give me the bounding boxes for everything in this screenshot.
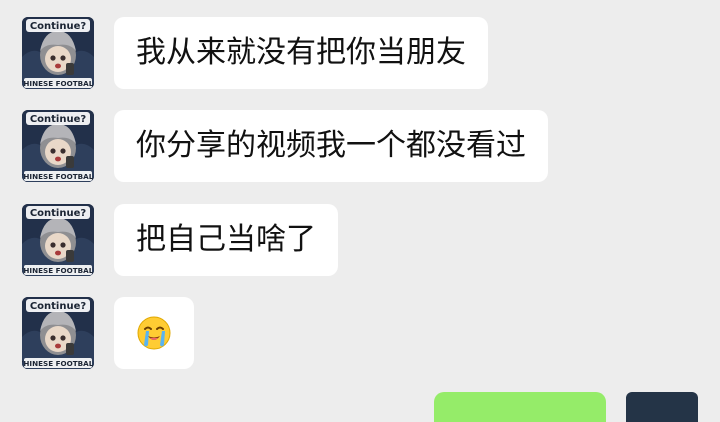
svg-text:CHINESE FOOTBALL: CHINESE FOOTBALL	[22, 79, 94, 88]
message-row: Continue? CHINESE FOOTBALL	[22, 297, 194, 369]
svg-text:Continue?: Continue?	[30, 21, 87, 32]
svg-text:Continue?: Continue?	[30, 114, 87, 125]
message-row: Continue? CHINESE FOOTBALL 把自己当啥了	[22, 204, 338, 276]
contact-avatar[interactable]: Continue? CHINESE FOOTBALL	[22, 17, 94, 89]
outgoing-message-bubble[interactable]	[434, 392, 606, 422]
message-row: Continue? CHINESE FOOTBALL 你分享的视频我一个都没看过	[22, 110, 548, 182]
own-avatar[interactable]	[626, 392, 698, 422]
message-bubble[interactable]: 我从来就没有把你当朋友	[114, 17, 488, 89]
message-bubble[interactable]	[114, 297, 194, 369]
contact-avatar[interactable]: Continue? CHINESE FOOTBALL	[22, 110, 94, 182]
svg-text:CHINESE FOOTBALL: CHINESE FOOTBALL	[22, 266, 94, 275]
contact-avatar[interactable]: Continue? CHINESE FOOTBALL	[22, 297, 94, 369]
svg-text:CHINESE FOOTBALL: CHINESE FOOTBALL	[22, 359, 94, 368]
message-bubble[interactable]: 把自己当啥了	[114, 204, 338, 276]
loudly-crying-face-icon	[137, 316, 171, 350]
svg-text:CHINESE FOOTBALL: CHINESE FOOTBALL	[22, 172, 94, 181]
svg-text:Continue?: Continue?	[30, 208, 87, 219]
svg-text:Continue?: Continue?	[30, 301, 87, 312]
contact-avatar[interactable]: Continue? CHINESE FOOTBALL	[22, 204, 94, 276]
message-bubble[interactable]: 你分享的视频我一个都没看过	[114, 110, 548, 182]
message-row: Continue? CHINESE FOOTBALL 我从来就没有把你当朋友	[22, 17, 488, 89]
